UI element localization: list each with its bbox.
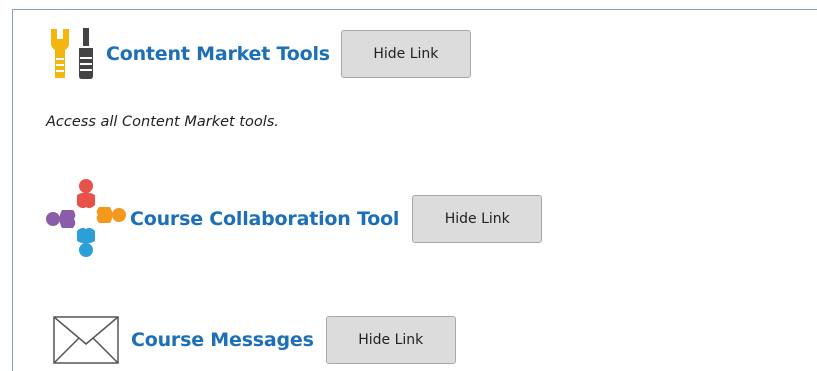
tool-course-messages: Course Messages Hide Link [53, 316, 456, 364]
wrench-screwdriver-icon [51, 28, 93, 79]
content-market-tools-link[interactable]: Content Market Tools [106, 43, 330, 65]
people-collaboration-icon [46, 179, 126, 257]
hide-link-button[interactable]: Hide Link [325, 316, 456, 364]
tool-content-market: Content Market Tools Hide Link [46, 26, 471, 82]
hide-link-button[interactable]: Hide Link [412, 195, 543, 243]
course-messages-link[interactable]: Course Messages [131, 329, 314, 351]
course-collaboration-tool-link[interactable]: Course Collaboration Tool [130, 208, 399, 230]
content-market-description: Access all Content Market tools. [46, 114, 279, 130]
hide-link-button[interactable]: Hide Link [340, 30, 471, 78]
tool-course-collaboration: Course Collaboration Tool Hide Link [44, 177, 543, 261]
envelope-icon [53, 316, 119, 364]
